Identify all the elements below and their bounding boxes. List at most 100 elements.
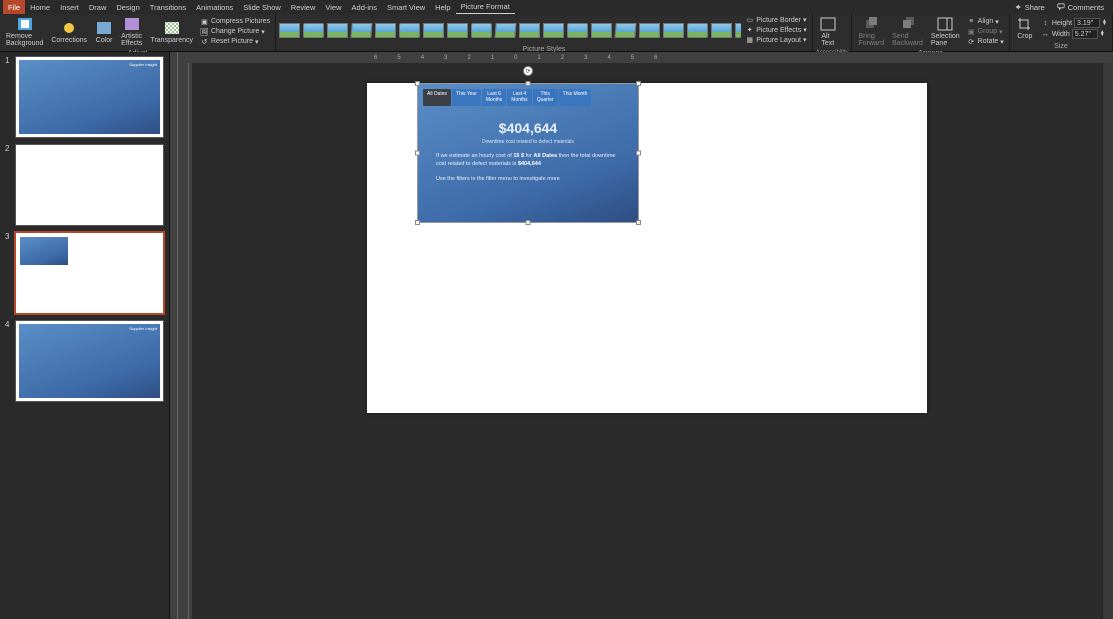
picture-style-thumb[interactable] <box>591 23 612 38</box>
picture-style-thumb[interactable] <box>543 23 564 38</box>
change-picture-button[interactable]: 🖼Change Picture ▾ <box>198 27 267 36</box>
picture-style-thumb[interactable] <box>494 23 516 38</box>
slide-thumb-3[interactable] <box>15 232 164 314</box>
ribbon: Remove Background Corrections Color Arti… <box>0 14 1113 52</box>
slideshow-tab[interactable]: Slide Show <box>238 0 286 14</box>
height-icon: ↕ <box>1041 19 1050 28</box>
picture-style-thumb[interactable] <box>735 23 741 38</box>
transitions-tab[interactable]: Transitions <box>145 0 191 14</box>
picture-style-thumb[interactable] <box>471 23 492 38</box>
selection-pane-button[interactable]: Selection Pane <box>928 15 963 49</box>
stepper-icon[interactable]: ▲▼ <box>1100 31 1105 37</box>
picture-style-thumb[interactable] <box>423 23 444 38</box>
send-backward-icon <box>899 16 917 32</box>
resize-handle[interactable] <box>415 151 420 156</box>
slide-thumb-2[interactable] <box>15 144 164 226</box>
picture-style-thumb[interactable] <box>519 23 540 38</box>
picture-style-thumb[interactable] <box>279 23 300 38</box>
share-button[interactable]: Share <box>1008 3 1051 12</box>
resize-handle[interactable] <box>526 81 531 86</box>
picture-style-thumb[interactable] <box>567 23 588 38</box>
crop-button[interactable]: Crop <box>1013 15 1037 41</box>
align-button[interactable]: ≡Align ▾ <box>965 17 1001 26</box>
date-tab-4m: Last 4 Months <box>507 89 531 106</box>
picture-style-thumb[interactable] <box>447 23 468 38</box>
picture-effects-button[interactable]: ✦Picture Effects ▾ <box>743 26 809 35</box>
resize-handle[interactable] <box>636 151 641 156</box>
insert-tab[interactable]: Insert <box>55 0 84 14</box>
draw-tab[interactable]: Draw <box>84 0 112 14</box>
review-tab[interactable]: Review <box>286 0 321 14</box>
smartview-tab[interactable]: Smart View <box>382 0 430 14</box>
reset-picture-button[interactable]: ↺Reset Picture ▾ <box>198 37 261 46</box>
picture-style-gallery[interactable]: ▴▾▾ <box>279 15 741 45</box>
rotate-button[interactable]: ⟳Rotate ▾ <box>965 37 1006 46</box>
picture-style-thumb[interactable] <box>639 23 660 38</box>
comments-button[interactable]: Comments <box>1051 3 1110 12</box>
width-input[interactable] <box>1072 29 1098 39</box>
view-tab[interactable]: View <box>320 0 346 14</box>
slide-number: 1 <box>5 56 11 138</box>
picture-style-thumb[interactable] <box>399 23 420 38</box>
picture-layout-button[interactable]: ▦Picture Layout ▾ <box>743 36 808 45</box>
design-tab[interactable]: Design <box>111 0 144 14</box>
home-tab[interactable]: Home <box>25 0 55 14</box>
artistic-effects-button[interactable]: Artistic Effects <box>118 15 145 49</box>
transparency-button[interactable]: Transparency <box>147 19 196 45</box>
picture-style-thumb[interactable] <box>614 23 636 38</box>
group-label-size: Size <box>1013 42 1109 51</box>
remove-background-button[interactable]: Remove Background <box>3 15 46 49</box>
slide-editor[interactable]: ⟳ All Dates This Year Last 6 Months <box>192 63 1102 619</box>
color-button[interactable]: Color <box>92 19 116 45</box>
picture-style-thumb[interactable] <box>687 23 708 38</box>
reset-icon: ↺ <box>200 37 209 46</box>
vertical-ruler-inner <box>184 63 192 619</box>
resize-handle[interactable] <box>415 81 420 86</box>
stepper-icon[interactable]: ▲▼ <box>1102 20 1107 26</box>
bring-forward-button[interactable]: Bring Forward <box>855 15 887 49</box>
height-input[interactable] <box>1074 18 1100 28</box>
inserted-picture[interactable]: ⟳ All Dates This Year Last 6 Months <box>417 83 639 223</box>
alt-text-button[interactable]: Alt Text <box>816 15 840 49</box>
crop-icon <box>1016 16 1034 32</box>
layout-icon: ▦ <box>745 36 754 45</box>
resize-handle[interactable] <box>526 220 531 225</box>
ribbon-group-arrange: Bring Forward Send Backward Selection Pa… <box>852 14 1009 51</box>
rotate-icon: ⟳ <box>967 37 976 46</box>
picture-border-button[interactable]: ▭Picture Border ▾ <box>743 16 808 25</box>
compress-pictures-button[interactable]: ▣Compress Pictures <box>198 17 272 26</box>
date-tab-month: This Month <box>559 89 592 106</box>
compress-icon: ▣ <box>200 17 209 26</box>
picture-style-thumb[interactable] <box>303 23 324 38</box>
rotation-handle[interactable]: ⟳ <box>523 66 533 76</box>
change-picture-icon: 🖼 <box>200 27 209 36</box>
picture-style-thumb[interactable] <box>663 23 684 38</box>
slide-thumb-1[interactable]: Supplier Insight <box>15 56 164 138</box>
picture-style-thumb[interactable] <box>375 23 396 38</box>
slide-canvas[interactable]: ⟳ All Dates This Year Last 6 Months <box>367 83 927 413</box>
color-icon <box>95 20 113 36</box>
file-tab[interactable]: File <box>3 0 25 14</box>
picture-style-thumb[interactable] <box>711 23 732 38</box>
corrections-button[interactable]: Corrections <box>48 19 90 45</box>
vertical-scrollbar[interactable] <box>1102 63 1113 619</box>
ribbon-group-accessibility: Alt Text Accessibility <box>813 14 853 51</box>
width-field: ↔ Width ▲▼ <box>1039 29 1107 39</box>
send-backward-button[interactable]: Send Backward <box>889 15 926 49</box>
align-icon: ≡ <box>967 17 976 26</box>
group-button[interactable]: ▣Group ▾ <box>965 27 1005 36</box>
picture-format-tab[interactable]: Picture Format <box>456 0 515 14</box>
height-field: ↕ Height ▲▼ <box>1039 18 1109 28</box>
picture-style-thumb[interactable] <box>350 23 372 38</box>
picture-style-thumb[interactable] <box>327 23 348 38</box>
resize-handle[interactable] <box>636 220 641 225</box>
slide-thumbnail-panel[interactable]: 1 Supplier Insight 2 3 4 Supplier Insigh… <box>0 52 170 619</box>
animations-tab[interactable]: Animations <box>191 0 238 14</box>
addins-tab[interactable]: Add-ins <box>347 0 382 14</box>
resize-handle[interactable] <box>415 220 420 225</box>
slide-thumb-4[interactable]: Supplier Insight <box>15 320 164 402</box>
help-tab[interactable]: Help <box>430 0 455 14</box>
date-tab-6m: Last 6 Months <box>482 89 506 106</box>
resize-handle[interactable] <box>636 81 641 86</box>
menu-bar: File Home Insert Draw Design Transitions… <box>0 0 1113 14</box>
